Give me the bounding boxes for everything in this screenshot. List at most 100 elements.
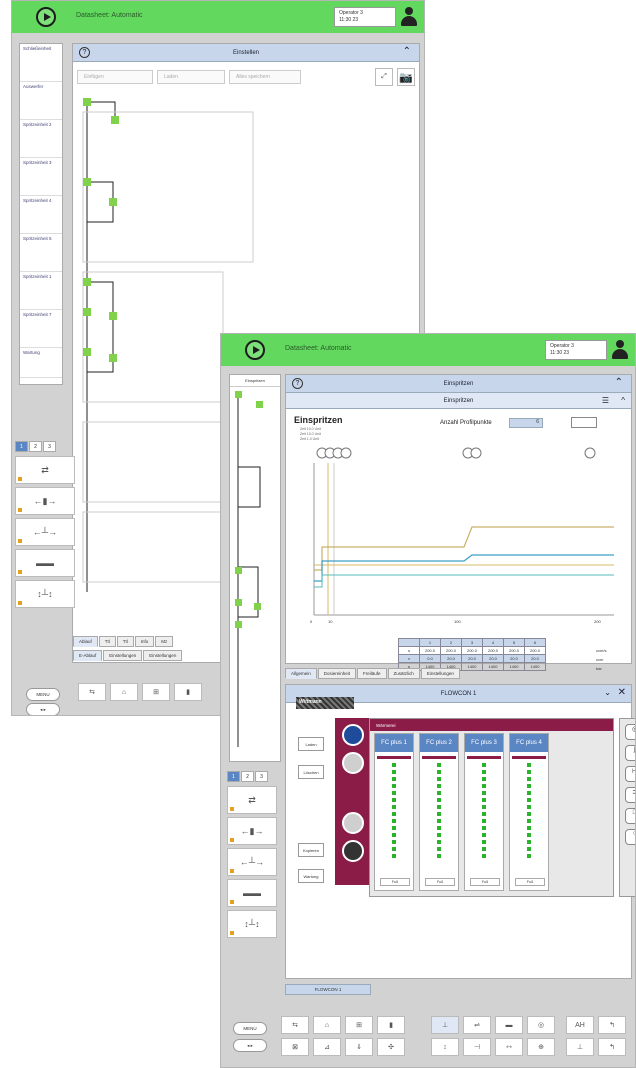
- mode-icon[interactable]: [342, 812, 364, 834]
- screw-icon[interactable]: ▬▬: [227, 879, 277, 907]
- nav-button[interactable]: ◂ ▸: [233, 1039, 267, 1052]
- quick-icon[interactable]: ⇓: [345, 1038, 373, 1056]
- profile-button[interactable]: [571, 417, 597, 428]
- quick-icon[interactable]: ⇆: [281, 1016, 309, 1034]
- flow-column[interactable]: FC plus 4 Fuß: [509, 733, 549, 891]
- mold-icon[interactable]: ⇄: [227, 786, 277, 814]
- quick-icon[interactable]: ▬: [495, 1016, 523, 1034]
- save-all-button[interactable]: Alles speichern: [229, 70, 301, 84]
- subtab[interactable]: Einstellungen: [103, 650, 143, 661]
- sidebar-item[interactable]: Spritzeinheit 3: [20, 158, 62, 196]
- flow-column[interactable]: FC plus 3 Fuß: [464, 733, 504, 891]
- sidebar-item[interactable]: Spritzeinheit 5: [20, 234, 62, 272]
- flow-column[interactable]: FC plus 1 Fuß: [374, 733, 414, 891]
- quick-icon[interactable]: ▮: [174, 683, 202, 701]
- user-info[interactable]: Operator 3 11:30 23: [334, 7, 396, 27]
- tool-icon[interactable]: ◎: [625, 724, 635, 740]
- load-button[interactable]: Laden: [298, 737, 324, 751]
- mold-icon[interactable]: ⇄: [15, 456, 75, 484]
- sidebar-item[interactable]: Spritzeinheit 7: [20, 310, 62, 348]
- collapse-icon[interactable]: ⌃: [615, 377, 623, 389]
- quick-icon[interactable]: ⊞: [142, 683, 170, 701]
- sidebar-item-wartung[interactable]: Wartung: [20, 348, 62, 378]
- injection-profile-chart[interactable]: 0 10 100 200: [294, 445, 624, 625]
- tool-icon[interactable]: ∫: [625, 745, 635, 761]
- copy-button[interactable]: Kopieren: [298, 843, 324, 857]
- tab[interactable]: Ablauf: [73, 636, 98, 647]
- quick-icon[interactable]: ▮: [377, 1016, 405, 1034]
- flowcon-tab[interactable]: FLOWCON 1: [285, 984, 371, 995]
- tab[interactable]: Einstellungen: [420, 668, 460, 679]
- quick-icon[interactable]: ✣: [377, 1038, 405, 1056]
- info-icon[interactable]: ?: [292, 378, 303, 389]
- screw-icon[interactable]: ▬▬: [15, 549, 75, 577]
- quick-icon[interactable]: ↕: [431, 1038, 459, 1056]
- tool-icon[interactable]: □: [625, 808, 635, 824]
- quick-icon[interactable]: ⊞: [345, 1016, 373, 1034]
- camera-icon[interactable]: 📷: [397, 68, 415, 86]
- tab[interactable]: Zusätzlich: [387, 668, 420, 679]
- mode-icon[interactable]: [342, 752, 364, 774]
- play-icon[interactable]: [245, 340, 265, 360]
- mini-sequence[interactable]: [230, 387, 280, 757]
- load-button[interactable]: Laden: [157, 70, 225, 84]
- num-tab[interactable]: 2: [29, 441, 42, 452]
- tab[interactable]: Mz: [155, 636, 174, 647]
- quick-icon[interactable]: ⊠: [281, 1038, 309, 1056]
- tool-icon[interactable]: ⊃: [625, 787, 635, 803]
- profile-table[interactable]: 123456 s 200.0 200.0 200.0 200.0 200.0 200.0 v…: [398, 638, 546, 671]
- user-icon[interactable]: [400, 7, 418, 27]
- mode-icon[interactable]: [342, 724, 364, 746]
- delete-button[interactable]: Löschen: [298, 765, 324, 779]
- num-tab[interactable]: 2: [241, 771, 254, 782]
- injection-icon[interactable]: ←▮→: [15, 487, 75, 515]
- tab[interactable]: Ttl: [116, 636, 134, 647]
- collapse-icon[interactable]: ⌃: [403, 46, 411, 58]
- sidebar-item[interactable]: Auswerfer: [20, 82, 62, 120]
- nav-button[interactable]: ◂ ▸: [26, 703, 60, 715]
- tab[interactable]: Freiläufe: [357, 668, 387, 679]
- tool-icon[interactable]: ⊢: [625, 766, 635, 782]
- quick-icon[interactable]: ⇆: [78, 683, 106, 701]
- profile-count-input[interactable]: 6: [509, 418, 543, 428]
- quick-icon[interactable]: ⇿: [495, 1038, 523, 1056]
- injection-icon[interactable]: ←▮→: [227, 817, 277, 845]
- chevron-up-icon[interactable]: ^: [621, 395, 625, 407]
- sidebar-item[interactable]: Spritzeinheit 1: [20, 272, 62, 310]
- quick-icon[interactable]: ⌂: [110, 683, 138, 701]
- insert-select[interactable]: Einfügen: [77, 70, 153, 84]
- sidebar-item[interactable]: Spritzeinheit 2: [20, 120, 62, 158]
- quick-icon[interactable]: ⇌: [463, 1016, 491, 1034]
- quick-icon[interactable]: ⊿: [313, 1038, 341, 1056]
- mode-icon[interactable]: [342, 840, 364, 862]
- quick-icon[interactable]: ⌂: [313, 1016, 341, 1034]
- mode-toggle[interactable]: ↰: [598, 1016, 626, 1034]
- info-icon[interactable]: ?: [79, 47, 90, 58]
- subtab[interactable]: E-Ablauf: [73, 650, 103, 661]
- ejector-icon[interactable]: ↕┴↕: [227, 910, 277, 938]
- nozzle-icon[interactable]: ←┴→: [227, 848, 277, 876]
- num-tab[interactable]: 3: [43, 441, 56, 452]
- user-icon[interactable]: [611, 340, 629, 360]
- mode-toggle[interactable]: ⊥: [566, 1038, 594, 1056]
- quick-icon[interactable]: ⊣: [463, 1038, 491, 1056]
- sidebar-item[interactable]: Spritzeinheit 4: [20, 196, 62, 234]
- num-tab[interactable]: 1: [15, 441, 28, 452]
- quick-icon[interactable]: ⊕: [527, 1038, 555, 1056]
- fullscreen-icon[interactable]: ⤢: [375, 68, 393, 86]
- nozzle-icon[interactable]: ←┴→: [15, 518, 75, 546]
- ejector-icon[interactable]: ↕┴↕: [15, 580, 75, 608]
- mode-toggle[interactable]: ↰: [598, 1038, 626, 1056]
- play-icon[interactable]: [36, 7, 56, 27]
- tab[interactable]: Allgemein: [285, 668, 317, 679]
- menu-button[interactable]: MENU: [26, 688, 60, 701]
- flow-column[interactable]: FC plus 2 Fuß: [419, 733, 459, 891]
- mode-toggle[interactable]: A H: [566, 1016, 594, 1034]
- layout-icon[interactable]: ☰: [602, 395, 609, 407]
- quick-icon[interactable]: ⊥: [431, 1016, 459, 1034]
- user-info[interactable]: Operator 3 11:30 23: [545, 340, 607, 360]
- quick-icon[interactable]: ◎: [527, 1016, 555, 1034]
- tab[interactable]: Dosiereinheit: [317, 668, 357, 679]
- num-tab[interactable]: 1: [227, 771, 240, 782]
- subtab[interactable]: Einstellungen: [143, 650, 183, 661]
